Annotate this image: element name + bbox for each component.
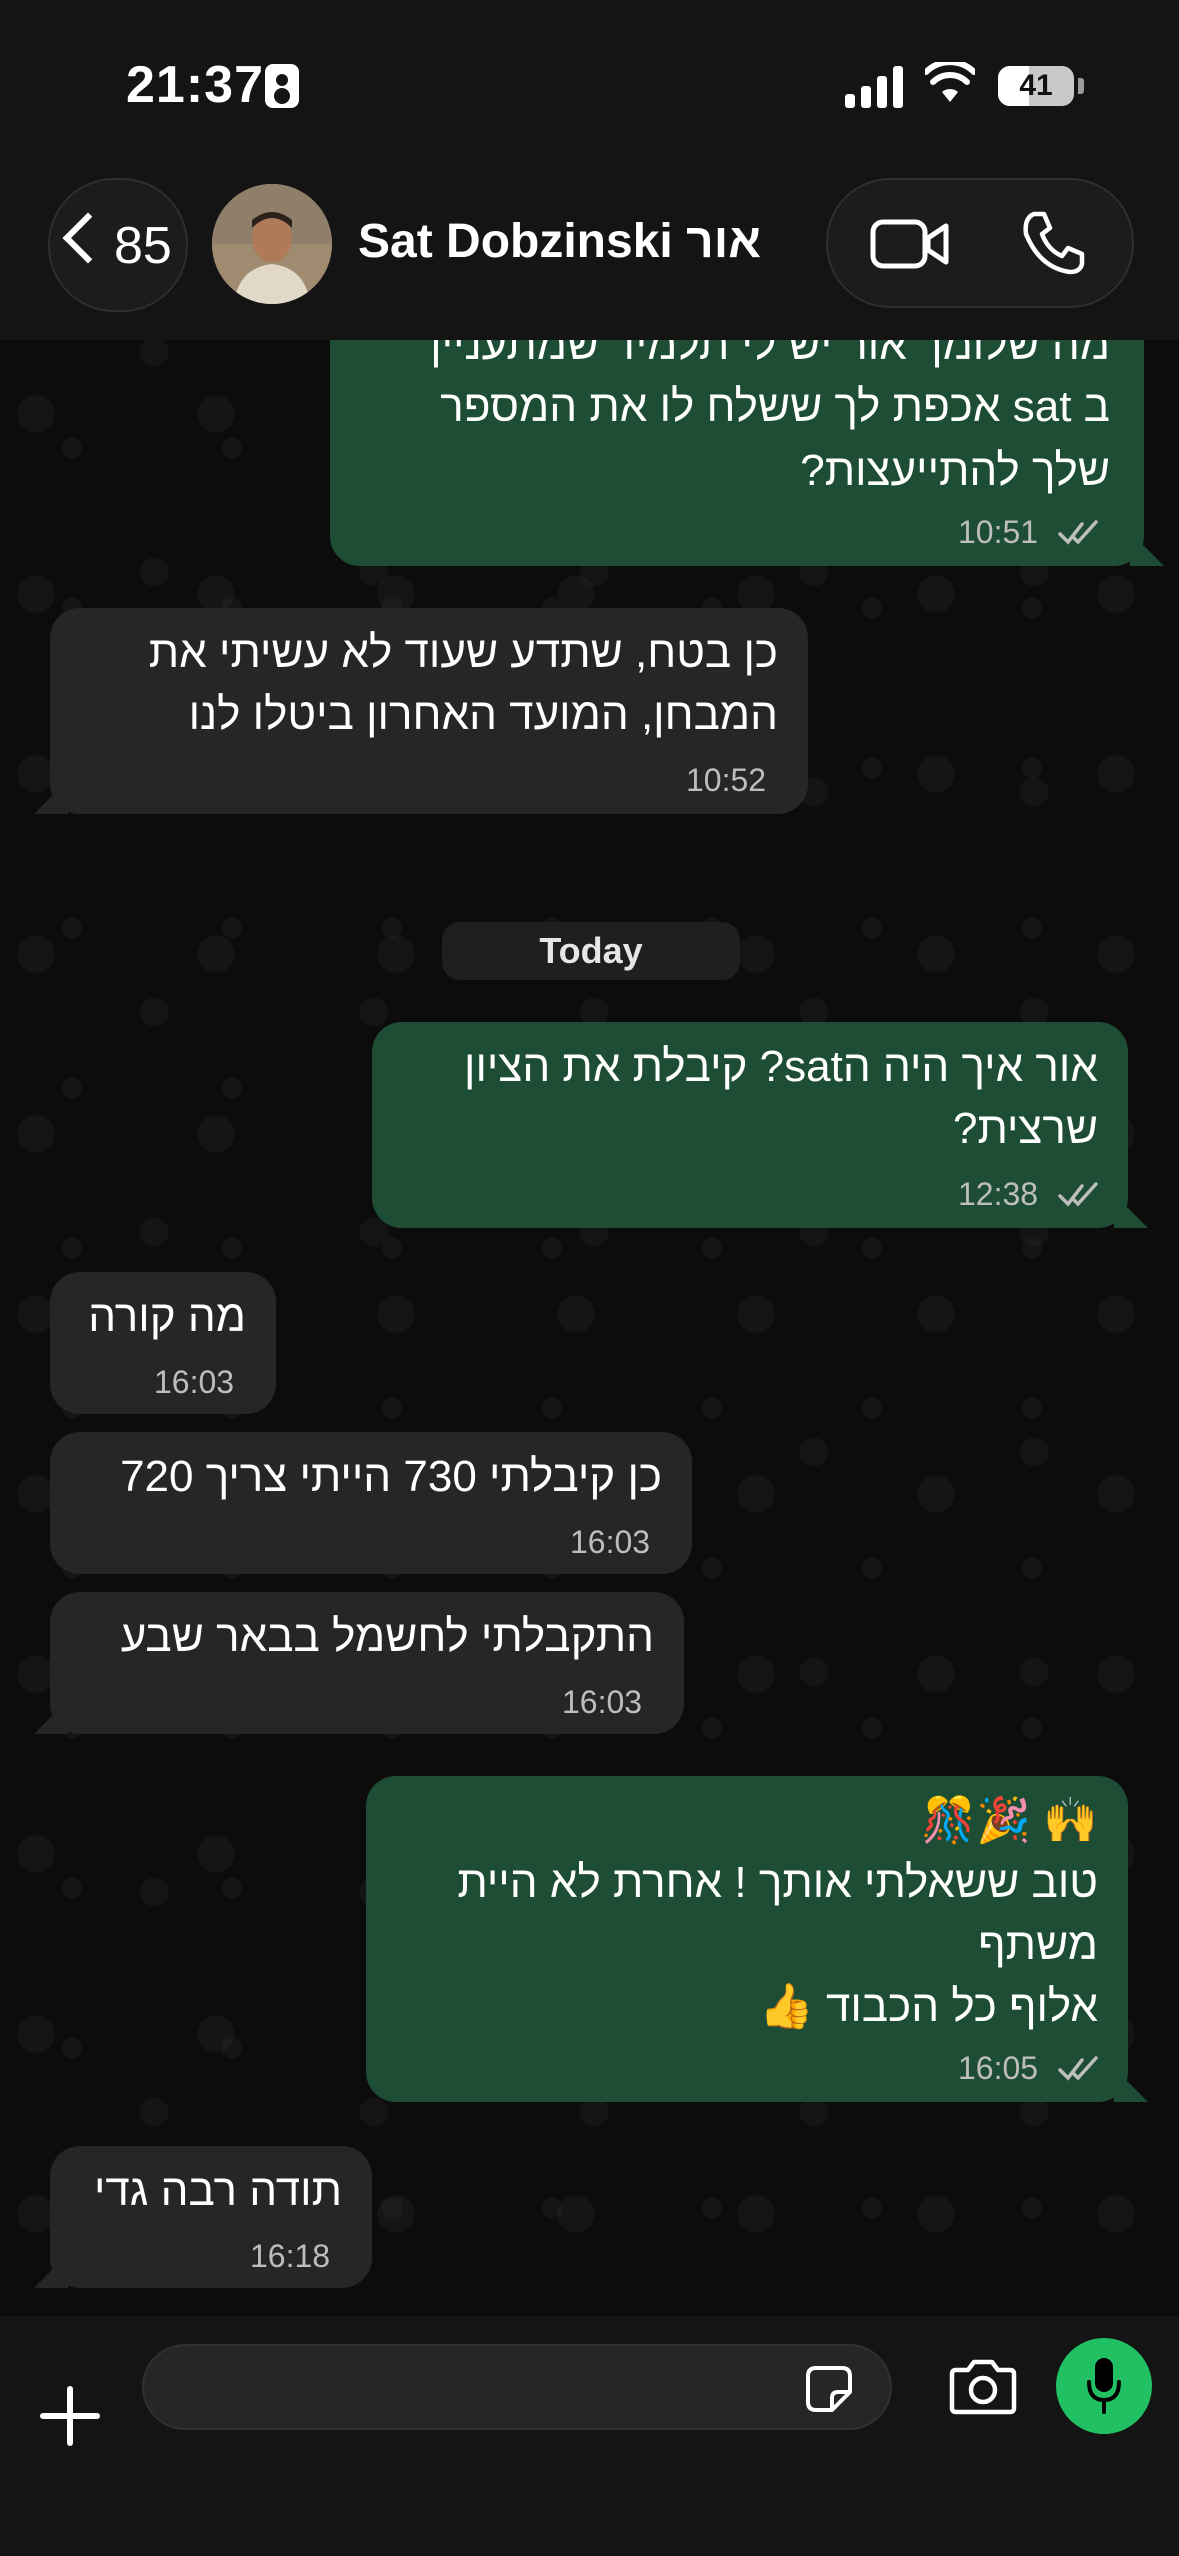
phone-call-icon[interactable] (1020, 210, 1086, 276)
sticker-icon[interactable] (804, 2364, 854, 2414)
battery-percentage: 41 (1019, 69, 1053, 102)
message-time: 16:18 (250, 2238, 331, 2274)
message-line: שרצית? (952, 1104, 1098, 1153)
message-outgoing[interactable]: אור איך היה הsat? קיבלת את הציון שרצית? … (372, 1022, 1148, 1228)
message-line: שלך להתייעצות? (800, 446, 1110, 495)
message-line: משתף (978, 1920, 1098, 1969)
message-incoming[interactable]: התקבלתי לחשמל בבאר שבע 16:03 (34, 1592, 684, 1734)
message-line: ב sat אכפת לך ששלח לו את המספר (440, 382, 1110, 431)
chevron-left-icon (62, 212, 114, 264)
video-call-icon[interactable] (870, 216, 950, 272)
voice-message-button[interactable] (1056, 2338, 1152, 2434)
message-time: 16:03 (562, 1684, 643, 1720)
avatar-photo (212, 184, 332, 304)
message-time: 16:05 (958, 2050, 1039, 2086)
camera-icon[interactable] (948, 2356, 1018, 2416)
microphone-icon (1087, 2358, 1121, 2414)
message-line: אלוף כל הכבוד 👍 (758, 1982, 1098, 2031)
read-receipt-icon (1058, 520, 1098, 545)
message-time: 10:52 (686, 762, 767, 798)
message-line: מה קורה (88, 1292, 246, 1341)
wifi-icon (925, 62, 975, 102)
message-time: 10:51 (958, 514, 1039, 550)
avatar[interactable] (212, 184, 332, 304)
call-actions (826, 178, 1134, 308)
message-time: 12:38 (958, 1176, 1039, 1212)
message-line: כן בטח, שתדע שעוד לא עשיתי את (148, 628, 778, 677)
date-separator: Today (442, 922, 740, 980)
plus-icon[interactable] (40, 2386, 100, 2446)
message-line: טוב ששאלתי אותך ! אחרת לא היית (457, 1858, 1098, 1907)
message-line: תודה רבה גדי (93, 2166, 342, 2215)
battery-tip (1078, 78, 1084, 94)
chat-header: 85 Sat Dobzinski אור (0, 170, 1179, 340)
read-receipt-icon (1058, 2056, 1098, 2081)
message-incoming[interactable]: כן בטח, שתדע שעוד לא עשיתי את המבחן, המו… (34, 608, 808, 814)
cellular-signal-icon (845, 64, 903, 108)
contact-card-icon (265, 64, 299, 108)
back-button[interactable]: 85 (48, 178, 188, 312)
message-time: 16:03 (570, 1524, 651, 1560)
message-line: כן קיבלתי 730 הייתי צריך 720 (120, 1452, 662, 1501)
status-time: 21:37 (126, 56, 264, 114)
read-receipt-icon (1058, 1182, 1098, 1207)
contact-name[interactable]: Sat Dobzinski אור (358, 214, 761, 269)
message-input[interactable] (142, 2344, 892, 2430)
message-line: 🙌 🎉🎊 (921, 1796, 1098, 1845)
battery-icon: 41 (998, 66, 1074, 106)
message-line: התקבלתי לחשמל בבאר שבע (120, 1612, 654, 1661)
message-outgoing[interactable]: 🙌 🎉🎊 טוב ששאלתי אותך ! אחרת לא היית משתף… (366, 1776, 1148, 2102)
message-time: 16:03 (154, 1364, 235, 1400)
message-incoming[interactable]: כן קיבלתי 730 הייתי צריך 720 16:03 (50, 1432, 692, 1574)
unread-count: 85 (114, 217, 172, 275)
message-composer (0, 2316, 1179, 2556)
message-incoming[interactable]: מה קורה 16:03 (50, 1272, 276, 1414)
message-incoming[interactable]: תודה רבה גדי 16:18 (34, 2146, 372, 2288)
status-bar: 21:37 41 (0, 0, 1179, 170)
message-line: המבחן, המועד האחרון ביטלו לנו (188, 690, 778, 739)
message-line: אור איך היה הsat? קיבלת את הציון (464, 1042, 1098, 1091)
